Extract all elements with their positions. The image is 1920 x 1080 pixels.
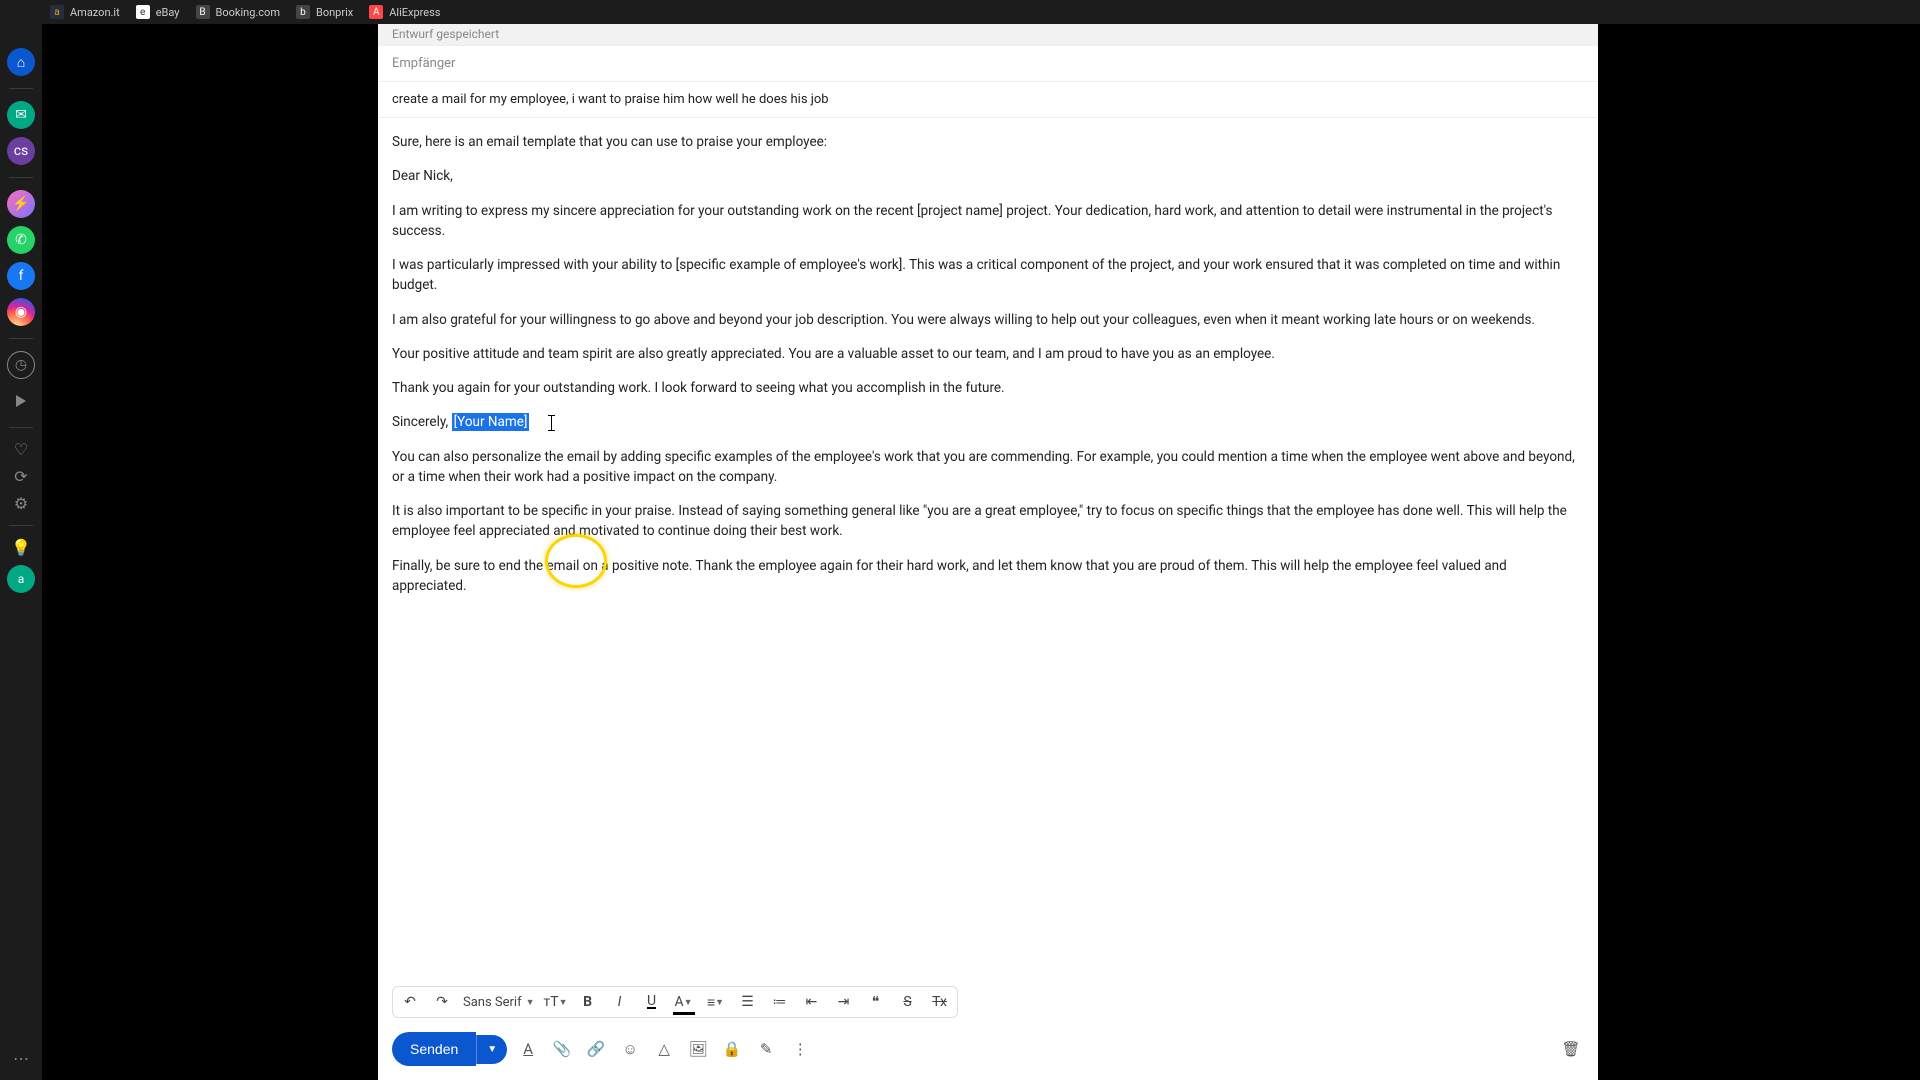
body-tip1: You can also personalize the email by ad… <box>392 447 1584 488</box>
subject-field[interactable]: create a mail for my employee, i want to… <box>378 82 1598 118</box>
heart-icon[interactable]: ♡ <box>14 440 28 459</box>
send-button-group: Senden ▼ <box>392 1032 507 1066</box>
home-icon[interactable]: ⌂ <box>7 48 35 76</box>
body-p5: Thank you again for your outstanding wor… <box>392 378 1584 398</box>
divider <box>9 338 33 339</box>
selected-placeholder[interactable]: [Your Name] <box>452 413 530 431</box>
more-icon[interactable]: ⋯ <box>13 1049 29 1068</box>
emoji-button[interactable]: ☺ <box>617 1036 643 1062</box>
redo-button[interactable]: ↷ <box>431 991 453 1013</box>
left-sidebar: ⌂ ✉ cs ⚡ ✆ f ◉ ◷ ♡ ⟳ ⚙ 💡 a ⋯ <box>0 0 42 1080</box>
bookmark-ebay[interactable]: e eBay <box>136 5 180 19</box>
divider <box>9 427 33 428</box>
text-color-button[interactable]: A▼ <box>673 991 695 1013</box>
align-button[interactable]: ≡▼ <box>705 991 727 1013</box>
body-intro: Sure, here is an email template that you… <box>392 132 1584 152</box>
signature-button[interactable]: ✎ <box>753 1036 779 1062</box>
body-tip2: It is also important to be specific in y… <box>392 501 1584 542</box>
image-button[interactable]: 🖼 <box>685 1036 711 1062</box>
closing-pre: Sincerely, <box>392 414 452 430</box>
bookmark-label: Booking.com <box>216 6 280 19</box>
font-label: Sans Serif <box>463 995 522 1010</box>
gear-icon[interactable]: ⚙ <box>14 494 28 513</box>
bonprix-icon: b <box>296 5 310 19</box>
facebook-icon[interactable]: f <box>7 262 35 290</box>
bullet-list-button[interactable]: ≔ <box>769 991 791 1013</box>
app-icon-2[interactable]: cs <box>7 137 35 165</box>
bookmark-label: Bonprix <box>316 6 353 19</box>
format-toolbar: ↶ ↷ Sans Serif ▼ тT▼ B I U A▼ ≡▼ ☰ ≔ ⇤ ⇥… <box>392 986 958 1018</box>
body-closing: Sincerely, [Your Name] <box>392 412 1584 432</box>
draft-status: Entwurf gespeichert <box>378 24 1598 46</box>
drive-button[interactable]: △ <box>651 1036 677 1062</box>
body-greeting: Dear Nick, <box>392 166 1584 186</box>
whatsapp-icon[interactable]: ✆ <box>7 226 35 254</box>
aliexpress-icon: A <box>369 5 383 19</box>
bulb-icon[interactable]: 💡 <box>11 538 31 557</box>
app-icon-a[interactable]: a <box>7 565 35 593</box>
body-p3: I am also grateful for your willingness … <box>392 310 1584 330</box>
bookmark-amazon[interactable]: a Amazon.it <box>50 5 120 19</box>
confidential-button[interactable]: 🔒 <box>719 1036 745 1062</box>
chevron-down-icon: ▼ <box>684 997 693 1008</box>
underline-button[interactable]: U <box>641 991 663 1013</box>
divider <box>9 88 33 89</box>
more-options-button[interactable]: ⋮ <box>787 1036 813 1062</box>
ordered-list-button[interactable]: ☰ <box>737 991 759 1013</box>
attach-button[interactable]: 📎 <box>549 1036 575 1062</box>
instagram-icon[interactable]: ◉ <box>7 298 35 326</box>
bookmark-aliexpress[interactable]: A AliExpress <box>369 5 440 19</box>
app-icon-1[interactable]: ✉ <box>7 101 35 129</box>
action-row: Senden ▼ A 📎 🔗 ☺ △ 🖼 🔒 ✎ ⋮ 🗑 <box>378 1024 1598 1080</box>
booking-icon: B <box>196 5 210 19</box>
indent-more-button[interactable]: ⇥ <box>833 991 855 1013</box>
refresh-icon[interactable]: ⟳ <box>14 467 27 486</box>
strikethrough-button[interactable]: S <box>897 991 919 1013</box>
send-button[interactable]: Senden <box>392 1032 476 1066</box>
email-body[interactable]: Sure, here is an email template that you… <box>378 118 1598 980</box>
bookmark-bonprix[interactable]: b Bonprix <box>296 5 353 19</box>
chevron-down-icon: ▼ <box>715 997 724 1008</box>
font-select[interactable]: Sans Serif ▼ <box>463 995 535 1010</box>
body-tip3: Finally, be sure to end the email on a p… <box>392 556 1584 597</box>
amazon-icon: a <box>50 5 64 19</box>
undo-button[interactable]: ↶ <box>399 991 421 1013</box>
bookmark-booking[interactable]: B Booking.com <box>196 5 280 19</box>
font-size-button[interactable]: тT▼ <box>545 991 567 1013</box>
italic-button[interactable]: I <box>609 991 631 1013</box>
bookmark-bar: a Amazon.it e eBay B Booking.com b Bonpr… <box>42 0 1920 24</box>
discard-button[interactable]: 🗑 <box>1558 1036 1584 1062</box>
divider <box>9 525 33 526</box>
indent-less-button[interactable]: ⇤ <box>801 991 823 1013</box>
format-toggle-button[interactable]: A <box>515 1036 541 1062</box>
clock-icon[interactable]: ◷ <box>7 351 35 379</box>
bold-button[interactable]: B <box>577 991 599 1013</box>
body-p2: I was particularly impressed with your a… <box>392 255 1584 296</box>
chevron-down-icon: ▼ <box>526 997 535 1008</box>
ebay-icon: e <box>136 5 150 19</box>
play-icon[interactable] <box>7 387 35 415</box>
chevron-down-icon: ▼ <box>559 997 568 1008</box>
compose-window: Entwurf gespeichert Empfänger create a m… <box>378 24 1598 1080</box>
divider <box>9 177 33 178</box>
bookmark-label: eBay <box>156 6 180 19</box>
recipient-field[interactable]: Empfänger <box>378 46 1598 82</box>
clear-format-button[interactable]: Tx <box>929 991 951 1013</box>
quote-button[interactable]: ❝ <box>865 991 887 1013</box>
text-cursor-icon <box>551 415 552 431</box>
messenger-icon[interactable]: ⚡ <box>7 190 35 218</box>
bookmark-label: AliExpress <box>389 6 440 19</box>
bookmark-label: Amazon.it <box>70 6 120 19</box>
body-p1: I am writing to express my sincere appre… <box>392 201 1584 242</box>
link-button[interactable]: 🔗 <box>583 1036 609 1062</box>
body-p4: Your positive attitude and team spirit a… <box>392 344 1584 364</box>
send-options-button[interactable]: ▼ <box>476 1035 507 1064</box>
